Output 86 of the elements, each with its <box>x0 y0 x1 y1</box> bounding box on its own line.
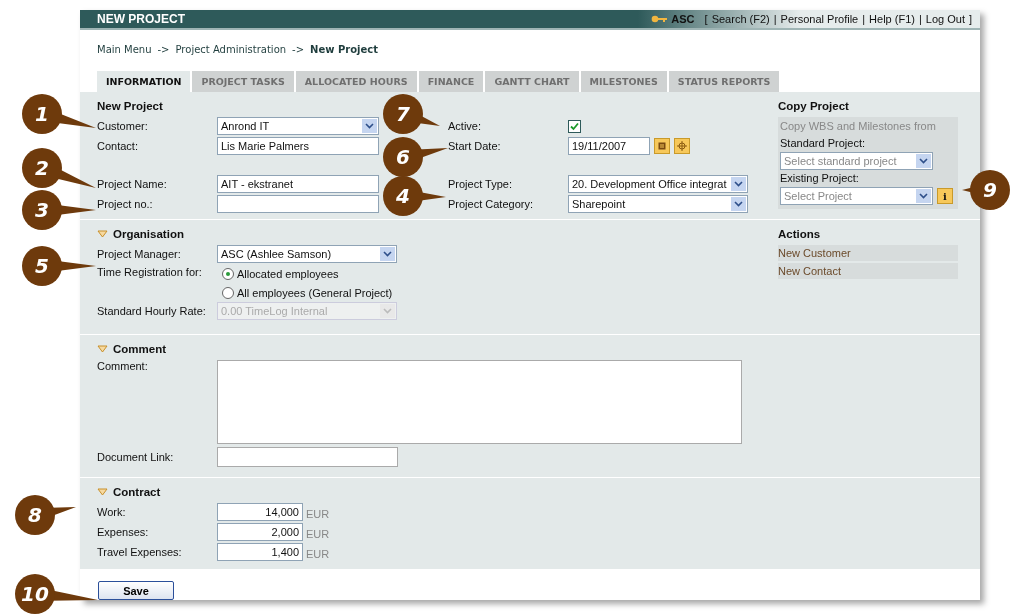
section-heading: Contract <box>113 486 161 498</box>
checkbox[interactable] <box>568 119 581 133</box>
user-name: ASC <box>671 13 695 25</box>
callout-marker <box>15 495 76 535</box>
callout-number: 3 <box>35 200 49 220</box>
breadcrumb-separator: -> <box>292 44 305 57</box>
field-label: Travel Expenses: <box>97 546 183 558</box>
field-label: Work: <box>97 506 127 518</box>
field-label: Customer: <box>97 120 149 132</box>
callout-number: 7 <box>396 104 410 124</box>
note-text: Copy WBS and Milestones from <box>780 120 937 132</box>
action-link[interactable]: New Customer <box>778 245 958 261</box>
field-label: Standard Hourly Rate: <box>97 305 207 317</box>
date-field[interactable]: 19/11/2007 <box>568 137 650 155</box>
breadcrumb-separator: -> <box>157 44 170 57</box>
callout-number: 8 <box>28 505 42 525</box>
field-label: Project Manager: <box>97 248 182 260</box>
text-field[interactable]: AIT - ekstranet <box>217 175 379 193</box>
amount-field[interactable]: 14,000 <box>217 503 303 521</box>
field-label: Active: <box>448 120 482 132</box>
field-label: Comment: <box>97 360 149 372</box>
tab[interactable]: INFORMATION <box>97 71 191 92</box>
dropdown-field[interactable]: 20. Development Office integrat <box>568 175 748 193</box>
callout-number: 9 <box>983 180 997 200</box>
top-link[interactable]: Personal Profile <box>780 13 859 25</box>
calendar-icon[interactable] <box>654 138 670 154</box>
text-field[interactable] <box>217 195 379 213</box>
document-link-field[interactable] <box>217 447 398 467</box>
field-label: Project no.: <box>97 198 154 210</box>
breadcrumb-link[interactable]: Project Administration <box>175 44 287 60</box>
currency-label: EUR <box>306 507 330 520</box>
callout-marker <box>383 94 440 134</box>
radio-label: All employees (General Project) <box>237 286 393 299</box>
separator-text: | <box>773 13 777 25</box>
field-label: Time Registration for: <box>97 266 203 278</box>
crosshair-icon[interactable] <box>674 138 690 154</box>
field-label: Existing Project: <box>780 172 860 184</box>
section-heading: Actions <box>778 228 821 240</box>
bracket-text: [ <box>704 13 708 25</box>
top-link[interactable]: Search (F2) <box>711 13 770 25</box>
callout-number: 2 <box>35 158 49 178</box>
key-icon <box>651 15 668 23</box>
radio-button[interactable] <box>222 286 234 299</box>
callout-marker <box>383 137 448 177</box>
callout-marker <box>383 176 446 216</box>
section-heading: Copy Project <box>778 100 849 112</box>
separator-text: | <box>862 13 866 25</box>
section-heading: Comment <box>113 343 167 355</box>
bracket-text: ] <box>968 13 972 25</box>
save-button[interactable]: Save <box>98 581 174 600</box>
amount-field[interactable]: 2,000 <box>217 523 303 541</box>
field-label: Project Type: <box>448 178 513 190</box>
radio-label: Allocated employees <box>237 267 339 280</box>
breadcrumb-current: New Project <box>310 44 378 57</box>
callout-number: 6 <box>396 147 410 167</box>
field-label: Project Name: <box>97 178 168 190</box>
field-label: Project Category: <box>448 198 534 210</box>
dropdown-field[interactable]: Select standard project <box>780 152 933 170</box>
top-link[interactable]: Log Out <box>925 13 965 25</box>
page-title: NEW PROJECT <box>97 12 186 26</box>
callout-number: 5 <box>35 256 49 276</box>
radio-button[interactable] <box>222 267 234 280</box>
top-link[interactable]: Help (F1) <box>869 13 915 25</box>
dropdown-field[interactable]: ASC (Ashlee Samson) <box>217 245 397 263</box>
field-label: Contact: <box>97 140 139 152</box>
field-label: Expenses: <box>97 526 150 538</box>
dropdown-field[interactable]: Anrond IT <box>217 117 379 135</box>
separator-text: | <box>918 13 922 25</box>
amount-field[interactable]: 1,400 <box>217 543 303 561</box>
section-heading: Organisation <box>113 228 184 240</box>
callout-number: 4 <box>396 186 410 206</box>
callout-number: 10 <box>21 584 49 604</box>
breadcrumb-link[interactable]: Main Menu <box>97 44 152 60</box>
dropdown-field[interactable]: Sharepoint <box>568 195 748 213</box>
section-heading: New Project <box>97 100 163 112</box>
currency-label: EUR <box>306 527 330 540</box>
callout-number: 1 <box>35 104 49 124</box>
field-label: Document Link: <box>97 451 175 463</box>
info-button[interactable]: i <box>937 188 953 204</box>
action-link[interactable]: New Contact <box>778 263 958 279</box>
dropdown-field[interactable]: Select Project <box>780 187 933 205</box>
text-field[interactable]: Lis Marie Palmers <box>217 137 379 155</box>
callout-marker <box>962 170 1010 210</box>
field-label: Start Date: <box>448 140 502 152</box>
field-label: Standard Project: <box>780 137 866 149</box>
currency-label: EUR <box>306 547 330 560</box>
